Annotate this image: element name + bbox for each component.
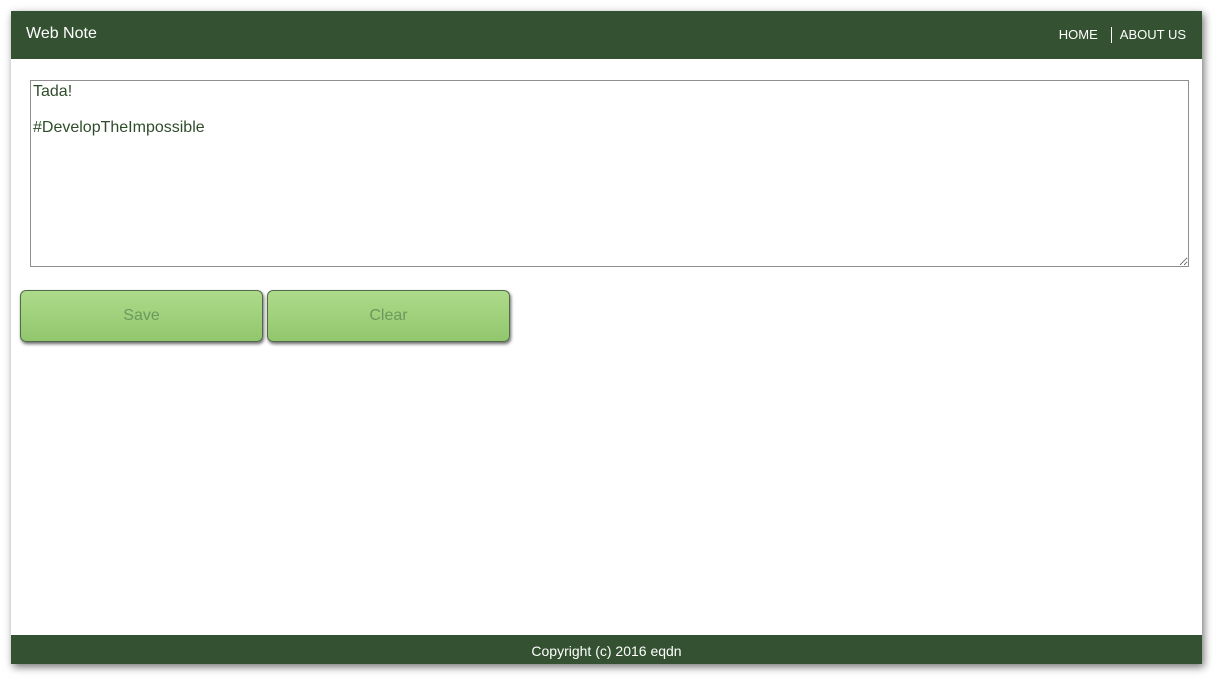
clear-button[interactable]: Clear: [267, 290, 510, 342]
header-bar: Web Note HOME ABOUT US: [11, 11, 1202, 59]
nav-divider: [1110, 27, 1112, 43]
brand-title[interactable]: Web Note: [26, 25, 97, 43]
save-button[interactable]: Save: [20, 290, 263, 342]
footer-bar: Copyright (c) 2016 eqdn: [11, 635, 1202, 664]
top-nav: HOME ABOUT US: [1059, 27, 1186, 43]
nav-about-link[interactable]: ABOUT US: [1120, 27, 1186, 43]
app-window: Web Note HOME ABOUT US Tada! #DevelopThe…: [11, 11, 1202, 664]
note-textarea[interactable]: Tada! #DevelopTheImpossible: [30, 80, 1189, 267]
nav-home-link[interactable]: HOME: [1059, 27, 1098, 43]
copyright-text: Copyright (c) 2016 eqdn: [531, 643, 682, 659]
